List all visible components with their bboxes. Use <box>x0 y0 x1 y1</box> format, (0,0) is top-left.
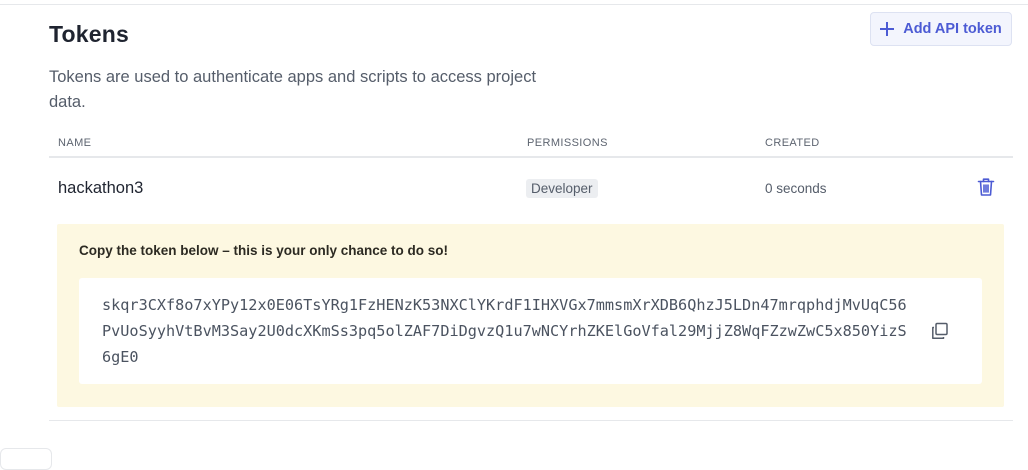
column-header-name: NAME <box>58 137 92 149</box>
top-divider <box>0 4 1028 5</box>
column-header-permissions: PERMISSIONS <box>527 137 608 149</box>
column-header-created: CREATED <box>765 137 820 149</box>
add-api-token-button[interactable]: Add API token <box>870 12 1012 46</box>
token-box: skqr3CXf8o7xYPy12x0E06TsYRg1FzHENzK53NXC… <box>79 278 982 384</box>
corner-widget <box>0 448 52 470</box>
notice-message: Copy the token below – this is your only… <box>79 243 449 258</box>
new-token-notice: Copy the token below – this is your only… <box>57 224 1004 407</box>
token-value[interactable]: skqr3CXf8o7xYPy12x0E06TsYRg1FzHENzK53NXC… <box>102 292 912 370</box>
permission-badge: Developer <box>526 179 598 198</box>
table-header: NAME PERMISSIONS CREATED <box>49 128 1013 158</box>
copy-icon[interactable] <box>931 322 949 340</box>
bottom-divider <box>49 420 1013 421</box>
token-name: hackathon3 <box>58 179 144 197</box>
trash-icon[interactable] <box>977 177 995 197</box>
section-description: Tokens are used to authenticate apps and… <box>49 68 537 111</box>
plus-icon <box>880 22 895 36</box>
page-title: Tokens <box>49 21 130 47</box>
created-time: 0 seconds <box>765 181 827 196</box>
table-row: hackathon3 Developer 0 seconds <box>49 158 1013 220</box>
add-api-token-label: Add API token <box>903 21 1002 37</box>
